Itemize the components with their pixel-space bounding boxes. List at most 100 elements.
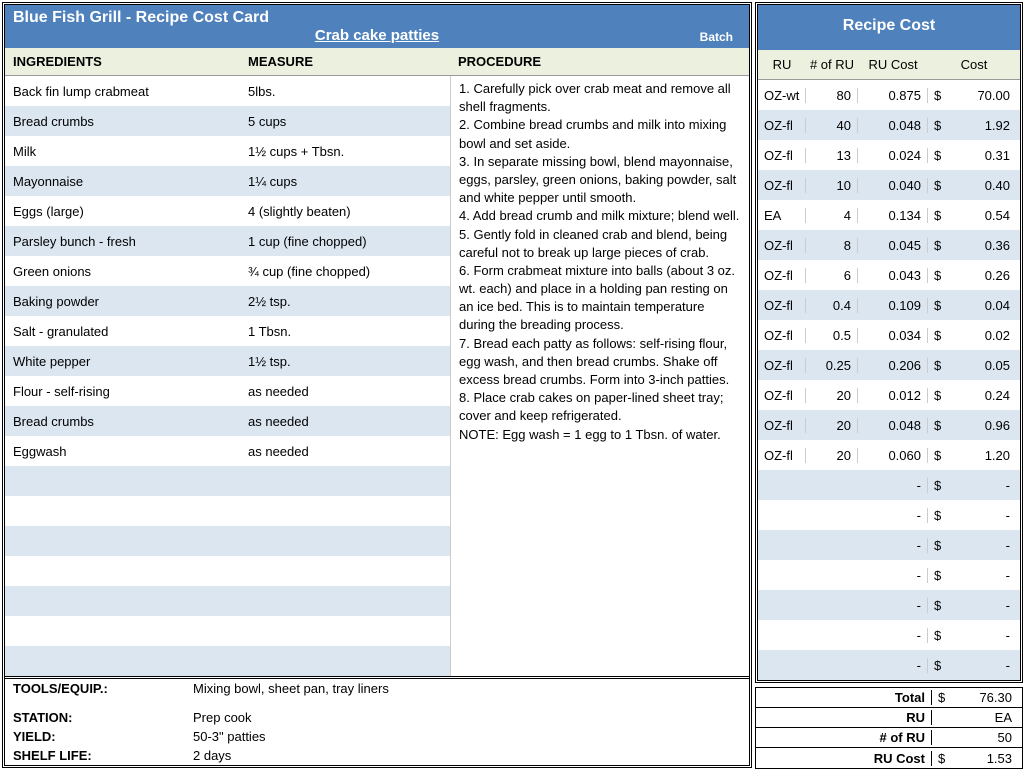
ingredient-row: Flour - self-risingas needed bbox=[5, 376, 450, 406]
cost-currency: $ bbox=[928, 628, 948, 643]
cost-ru-cost: - bbox=[858, 478, 928, 493]
cost-row: -$- bbox=[758, 500, 1020, 530]
cost-ru-cost: 0.024 bbox=[858, 148, 928, 163]
procedure-line: 7. Bread each patty as follows: self-ris… bbox=[459, 335, 741, 390]
ingredient-name: Eggs (large) bbox=[13, 204, 248, 219]
cost-currency: $ bbox=[928, 658, 948, 673]
cost-ru-cost: - bbox=[858, 598, 928, 613]
cost-ru-cost: - bbox=[858, 628, 928, 643]
cost-row: OZ-fl0.40.109$0.04 bbox=[758, 290, 1020, 320]
cost-total: 0.54 bbox=[948, 208, 1020, 223]
ingredient-row: Green onions¾ cup (fine chopped) bbox=[5, 256, 450, 286]
summary-row: # of RU50 bbox=[756, 728, 1022, 748]
ingredient-measure: as needed bbox=[248, 384, 442, 399]
cost-row: -$- bbox=[758, 650, 1020, 680]
cost-currency: $ bbox=[928, 268, 948, 283]
ingredient-name: Mayonnaise bbox=[13, 174, 248, 189]
col-cost: Cost bbox=[928, 57, 1020, 72]
ingredient-row: White pepper1½ tsp. bbox=[5, 346, 450, 376]
ingredient-name: Back fin lump crabmeat bbox=[13, 84, 248, 99]
summary-label: Total bbox=[756, 690, 932, 705]
cost-row: OZ-fl60.043$0.26 bbox=[758, 260, 1020, 290]
cost-total: - bbox=[948, 658, 1020, 673]
ingredient-row bbox=[5, 526, 450, 556]
col-ru-cost: RU Cost bbox=[858, 57, 928, 72]
cost-total: - bbox=[948, 478, 1020, 493]
cost-currency: $ bbox=[928, 118, 948, 133]
cost-currency: $ bbox=[928, 178, 948, 193]
cost-ru-cost: 0.048 bbox=[858, 418, 928, 433]
cost-row: OZ-fl200.060$1.20 bbox=[758, 440, 1020, 470]
summary-value: 76.30 bbox=[952, 690, 1022, 705]
ingredient-measure: 1½ cups + Tbsn. bbox=[248, 144, 442, 159]
ingredient-row: Salt - granulated1 Tbsn. bbox=[5, 316, 450, 346]
cost-row: OZ-wt800.875$70.00 bbox=[758, 80, 1020, 110]
procedure-line: 1. Carefully pick over crab meat and rem… bbox=[459, 80, 741, 116]
ingredient-row: Baking powder2½ tsp. bbox=[5, 286, 450, 316]
cost-ru-cost: 0.043 bbox=[858, 268, 928, 283]
cost-total: 0.26 bbox=[948, 268, 1020, 283]
cost-row: OZ-fl130.024$0.31 bbox=[758, 140, 1020, 170]
summary-label: RU Cost bbox=[756, 751, 932, 766]
summary-table: Total$76.30RUEA# of RU50RU Cost$1.53 bbox=[755, 687, 1023, 769]
cost-currency: $ bbox=[928, 388, 948, 403]
ingredient-name: Green onions bbox=[13, 264, 248, 279]
cost-ru: EA bbox=[758, 208, 806, 223]
summary-currency bbox=[932, 730, 952, 745]
column-headers: INGREDIENTS MEASURE PROCEDURE bbox=[5, 48, 749, 76]
ingredient-row bbox=[5, 646, 450, 676]
cost-currency: $ bbox=[928, 88, 948, 103]
cost-ru-cost: 0.012 bbox=[858, 388, 928, 403]
col-procedure: PROCEDURE bbox=[458, 54, 741, 69]
cost-ru-cost: - bbox=[858, 658, 928, 673]
cost-row: -$- bbox=[758, 530, 1020, 560]
ingredient-measure: as needed bbox=[248, 444, 442, 459]
cost-ru-cost: 0.048 bbox=[858, 118, 928, 133]
cost-currency: $ bbox=[928, 358, 948, 373]
cost-num-ru: 4 bbox=[806, 208, 858, 223]
ingredient-row: Parsley bunch - fresh1 cup (fine chopped… bbox=[5, 226, 450, 256]
recipe-name: Crab cake patties Batch bbox=[13, 27, 741, 44]
cost-currency: $ bbox=[928, 568, 948, 583]
cost-total: 1.20 bbox=[948, 448, 1020, 463]
cost-total: 0.02 bbox=[948, 328, 1020, 343]
summary-currency: $ bbox=[932, 690, 952, 705]
ingredient-name: Milk bbox=[13, 144, 248, 159]
ingredient-measure: 2½ tsp. bbox=[248, 294, 442, 309]
cost-currency: $ bbox=[928, 298, 948, 313]
cost-headers: RU # of RU RU Cost Cost bbox=[758, 50, 1020, 80]
ingredient-row: Bread crumbsas needed bbox=[5, 406, 450, 436]
cost-total: - bbox=[948, 538, 1020, 553]
summary-currency: $ bbox=[932, 751, 952, 766]
ingredient-row bbox=[5, 466, 450, 496]
yield-label: YIELD: bbox=[13, 729, 193, 744]
cost-ru-cost: 0.875 bbox=[858, 88, 928, 103]
cost-num-ru: 13 bbox=[806, 148, 858, 163]
cost-title: Recipe Cost bbox=[758, 5, 1020, 50]
cost-num-ru: 0.4 bbox=[806, 298, 858, 313]
ingredient-row bbox=[5, 496, 450, 526]
ingredient-name: White pepper bbox=[13, 354, 248, 369]
cost-total: 70.00 bbox=[948, 88, 1020, 103]
cost-ru: OZ-fl bbox=[758, 388, 806, 403]
cost-total: - bbox=[948, 508, 1020, 523]
station-label: STATION: bbox=[13, 710, 193, 725]
ingredient-measure: as needed bbox=[248, 414, 442, 429]
ingredient-measure: 5lbs. bbox=[248, 84, 442, 99]
summary-value: EA bbox=[952, 710, 1022, 725]
col-num-ru: # of RU bbox=[806, 57, 858, 72]
ingredient-row bbox=[5, 556, 450, 586]
cost-ru-cost: 0.206 bbox=[858, 358, 928, 373]
procedure-line: 6. Form crabmeat mixture into balls (abo… bbox=[459, 262, 741, 335]
header: Blue Fish Grill - Recipe Cost Card Crab … bbox=[5, 5, 749, 48]
cost-ru: OZ-fl bbox=[758, 418, 806, 433]
procedure-line: 5. Gently fold in cleaned crab and blend… bbox=[459, 226, 741, 262]
cost-panel: Recipe Cost RU # of RU RU Cost Cost OZ-w… bbox=[755, 2, 1023, 769]
recipe-card: Blue Fish Grill - Recipe Cost Card Crab … bbox=[2, 2, 752, 769]
recipe-name-text: Crab cake patties bbox=[315, 27, 439, 44]
cost-row: -$- bbox=[758, 590, 1020, 620]
cost-total: 1.92 bbox=[948, 118, 1020, 133]
cost-ru-cost: 0.060 bbox=[858, 448, 928, 463]
cost-num-ru: 0.25 bbox=[806, 358, 858, 373]
cost-num-ru: 40 bbox=[806, 118, 858, 133]
